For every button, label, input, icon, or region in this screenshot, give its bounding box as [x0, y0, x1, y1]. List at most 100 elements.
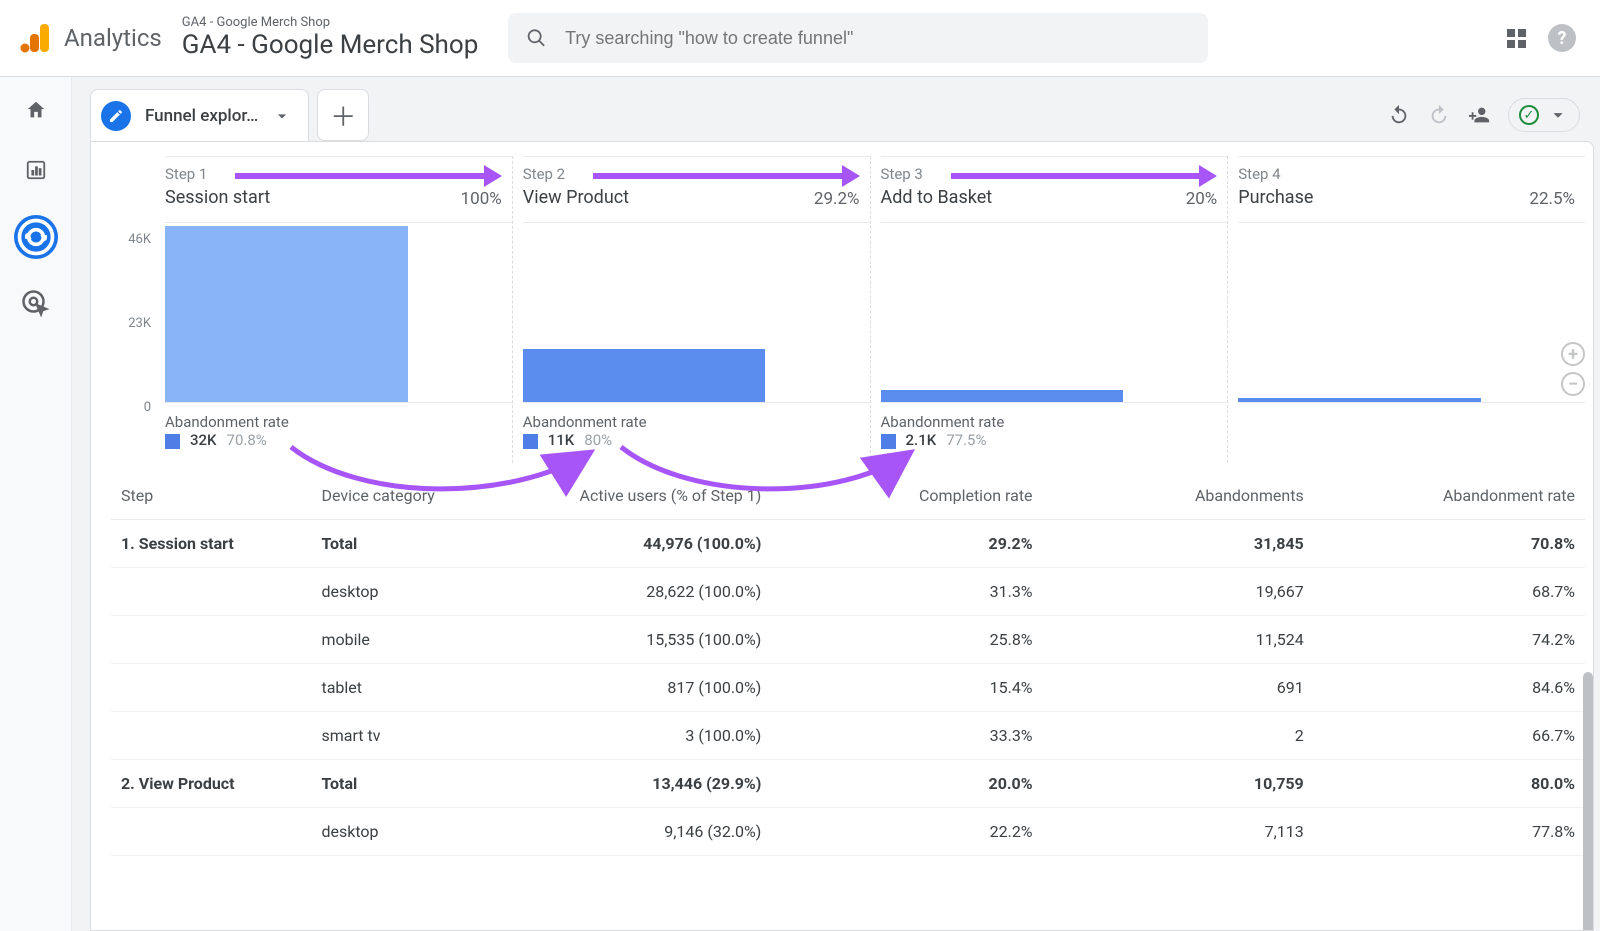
cell-step: [111, 712, 311, 760]
cell-ab-rate: 70.8%: [1314, 520, 1585, 568]
undo-icon[interactable]: [1388, 104, 1410, 126]
step-name: Add to Basket: [881, 187, 1228, 208]
apps-icon[interactable]: [1507, 29, 1526, 48]
cell-device: desktop: [311, 568, 500, 616]
nav-home[interactable]: [21, 95, 51, 125]
cell-device: tablet: [311, 664, 500, 712]
series-swatch: [165, 434, 180, 449]
top-header: Analytics GA4 - Google Merch Shop GA4 - …: [0, 0, 1600, 77]
cell-active: 817 (100.0%): [500, 664, 771, 712]
table-row[interactable]: tablet817 (100.0%)15.4%69184.6%: [111, 664, 1585, 712]
status-pill[interactable]: ✓: [1508, 98, 1580, 132]
zoom-in-button[interactable]: +: [1561, 342, 1585, 366]
cell-abandonments: 691: [1043, 664, 1314, 712]
cell-ab-rate: 74.2%: [1314, 616, 1585, 664]
exploration-tab[interactable]: Funnel explor…: [90, 89, 309, 141]
step-col-1[interactable]: Step 1 Session start 100% Abandonment ra…: [155, 156, 512, 463]
funnel-table: Step Device category Active users (% of …: [111, 471, 1585, 856]
cell-abandonments: 10,759: [1043, 760, 1314, 808]
cell-completion: 25.8%: [771, 616, 1042, 664]
share-user-icon[interactable]: [1468, 104, 1490, 126]
toolbar-right: ✓: [1388, 98, 1594, 132]
cell-active: 3 (100.0%): [500, 712, 771, 760]
curve-annotation: [261, 442, 961, 502]
table-row[interactable]: 2. View ProductTotal13,446 (29.9%)20.0%1…: [111, 760, 1585, 808]
cell-device: mobile: [311, 616, 500, 664]
step-col-2[interactable]: Step 2 View Product 29.2% Abandonment ra…: [512, 156, 870, 463]
cell-ab-rate: 77.8%: [1314, 808, 1585, 856]
nav-explore[interactable]: [14, 215, 58, 259]
cell-abandonments: 11,524: [1043, 616, 1314, 664]
cell-step: [111, 808, 311, 856]
arrow-annotation: [235, 173, 496, 179]
left-nav: [0, 77, 72, 931]
cell-active: 13,446 (29.9%): [500, 760, 771, 808]
cell-abandonments: 19,667: [1043, 568, 1314, 616]
check-icon: ✓: [1519, 105, 1539, 125]
cell-active: 15,535 (100.0%): [500, 616, 771, 664]
step-col-3[interactable]: Step 3 Add to Basket 20% Abandonment rat…: [870, 156, 1228, 463]
add-tab-button[interactable]: ＋: [317, 89, 369, 141]
brand-block[interactable]: Analytics: [20, 22, 162, 54]
y-tick-23k: 23K: [111, 316, 151, 400]
cell-ab-rate: 84.6%: [1314, 664, 1585, 712]
cell-device: smart tv: [311, 712, 500, 760]
step-label: Step 4: [1238, 165, 1585, 183]
step-pct: 100%: [461, 189, 502, 209]
property-selector[interactable]: GA4 - Google Merch Shop GA4 - Google Mer…: [182, 15, 479, 62]
cell-completion: 31.3%: [771, 568, 1042, 616]
step-pct: 20%: [1186, 189, 1218, 209]
cell-ab-rate: 68.7%: [1314, 568, 1585, 616]
nav-advertising[interactable]: [21, 289, 51, 319]
chevron-down-icon[interactable]: [272, 106, 292, 126]
cell-step: [111, 664, 311, 712]
zoom-out-button[interactable]: −: [1561, 372, 1585, 396]
search-input[interactable]: [563, 27, 1190, 50]
funnel-chart: Step 1 Session start 100% Abandonment ra…: [155, 156, 1585, 463]
abandon-label: Abandonment rate: [881, 413, 1228, 431]
abandon-label: Abandonment rate: [523, 413, 870, 431]
zoom-controls: + −: [1561, 342, 1585, 396]
scrollbar[interactable]: [1583, 672, 1593, 931]
abandon-label: Abandonment rate: [165, 413, 512, 431]
redo-icon[interactable]: [1428, 104, 1450, 126]
cell-abandonments: 7,113: [1043, 808, 1314, 856]
cell-step: [111, 616, 311, 664]
col-abandonments[interactable]: Abandonments: [1043, 472, 1314, 520]
step-pct: 29.2%: [814, 189, 860, 209]
y-tick-0: 0: [111, 400, 151, 484]
help-icon[interactable]: ?: [1548, 24, 1576, 52]
table-row[interactable]: smart tv3 (100.0%)33.3%266.7%: [111, 712, 1585, 760]
cell-active: 44,976 (100.0%): [500, 520, 771, 568]
arrow-annotation: [593, 173, 854, 179]
reports-icon: [25, 159, 47, 181]
cell-active: 28,622 (100.0%): [500, 568, 771, 616]
search-box[interactable]: [508, 13, 1208, 63]
steps-row: Step 1 Session start 100% Abandonment ra…: [155, 156, 1585, 463]
cell-completion: 33.3%: [771, 712, 1042, 760]
cell-step: [111, 568, 311, 616]
search-icon: [526, 27, 547, 49]
nav-reports[interactable]: [21, 155, 51, 185]
tab-row: Funnel explor… ＋ ✓: [90, 89, 1594, 141]
table-row[interactable]: desktop9,146 (32.0%)22.2%7,11377.8%: [111, 808, 1585, 856]
table-row[interactable]: desktop28,622 (100.0%)31.3%19,66768.7%: [111, 568, 1585, 616]
table-row[interactable]: 1. Session startTotal44,976 (100.0%)29.2…: [111, 520, 1585, 568]
cell-abandonments: 2: [1043, 712, 1314, 760]
cell-abandonments: 31,845: [1043, 520, 1314, 568]
cell-ab-rate: 66.7%: [1314, 712, 1585, 760]
analytics-logo-icon: [20, 22, 52, 54]
y-axis: 46K 23K 0: [111, 232, 151, 484]
step-col-4[interactable]: Step 4 Purchase 22.5%: [1227, 156, 1585, 463]
bar-step1: [165, 226, 408, 402]
col-abandonment-rate[interactable]: Abandonment rate: [1314, 472, 1585, 520]
explore-icon: [14, 215, 58, 259]
bar-step3: [881, 390, 1124, 402]
target-click-icon: [21, 289, 51, 319]
funnel-card: 46K 23K 0 Step 1 Session start 100%: [90, 141, 1594, 931]
cell-completion: 15.4%: [771, 664, 1042, 712]
property-small: GA4 - Google Merch Shop: [182, 15, 479, 31]
table-row[interactable]: mobile15,535 (100.0%)25.8%11,52474.2%: [111, 616, 1585, 664]
home-icon: [25, 99, 47, 121]
property-big: GA4 - Google Merch Shop: [182, 30, 479, 61]
